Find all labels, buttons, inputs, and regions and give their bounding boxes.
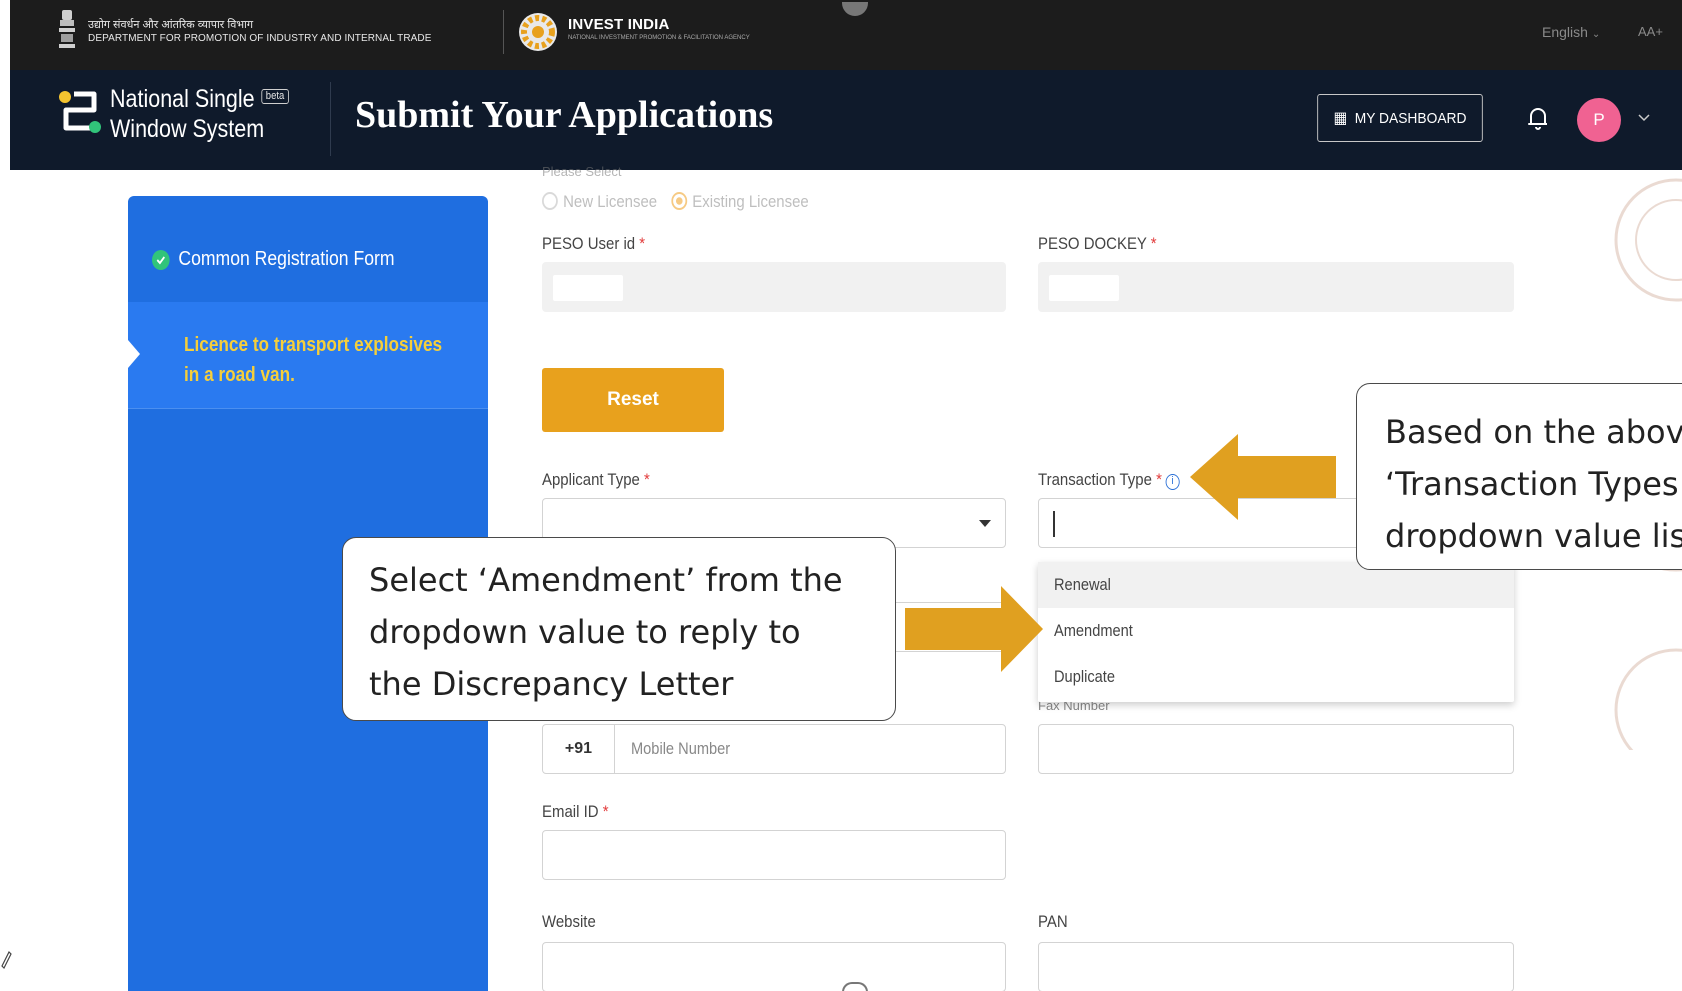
mobile-number-field[interactable]: +91 Mobile Number — [542, 724, 1006, 774]
sidebar-item-label: Common Registration Form — [178, 248, 395, 270]
redacted-value — [553, 275, 623, 301]
invest-india-tagline: NATIONAL INVESTMENT PROMOTION & FACILITA… — [568, 35, 750, 41]
required-marker: * — [602, 802, 609, 821]
sidebar-item-label: Licence to transport explosives in a roa… — [184, 334, 443, 386]
pan-label: PAN — [1038, 912, 1068, 931]
please-select-label: Please Select — [542, 164, 622, 179]
beta-badge: beta — [261, 89, 289, 104]
applicant-type-label: Applicant Type * — [542, 470, 650, 490]
loading-indicator — [842, 982, 868, 991]
required-marker: * — [1150, 234, 1157, 253]
header-divider — [330, 82, 331, 156]
language-selector[interactable]: English ⌄ — [1542, 24, 1600, 40]
page-title: Submit Your Applications — [355, 94, 774, 136]
pen-icon — [1, 950, 12, 970]
field-label-text: Transaction Type — [1038, 470, 1152, 489]
info-icon[interactable]: i — [1165, 474, 1180, 490]
peso-dockey-label: PESO DOCKEY * — [1038, 234, 1157, 254]
option-label: Renewal — [1054, 575, 1111, 594]
callout-line: ‘Transaction Types — [1385, 465, 1679, 503]
font-size-button[interactable]: AA+ — [1638, 24, 1663, 39]
callout-line: dropdown value to reply to — [369, 613, 801, 651]
sidebar-item-licence-transport-explosives[interactable]: Licence to transport explosives in a roa… — [128, 302, 488, 408]
peso-user-id-label: PESO User id * — [542, 234, 645, 254]
dropdown-option-duplicate[interactable]: Duplicate — [1038, 654, 1514, 700]
department-name: उद्योग संवर्धन और आंतरिक व्यापार विभाग D… — [88, 18, 432, 46]
dropdown-option-amendment[interactable]: Amendment — [1038, 608, 1514, 654]
sidebar-divider — [128, 408, 488, 409]
invest-india-name: INVEST INDIA — [568, 16, 670, 33]
required-marker: * — [1156, 470, 1162, 489]
my-dashboard-label: MY DASHBOARD — [1354, 109, 1467, 127]
website-field[interactable] — [542, 942, 1006, 991]
app-name-line1: National Single — [110, 85, 255, 113]
field-label-text: PESO DOCKEY — [1038, 234, 1147, 253]
callout-line: Select ‘Amendment’ from the — [369, 561, 843, 599]
callout-transaction-types: Based on the abov ‘Transaction Types dro… — [1356, 383, 1682, 570]
callout-line: Based on the abov — [1385, 413, 1682, 451]
invest-india-brand: INVEST INDIA NATIONAL INVESTMENT PROMOTI… — [568, 16, 750, 41]
licensee-radio-group: New Licensee Existing Licensee — [542, 192, 809, 212]
topbar-divider — [503, 10, 504, 54]
app-name-line2: Window System — [110, 115, 265, 143]
callout-line: dropdown value lis — [1385, 517, 1682, 555]
caret-down-icon — [979, 520, 991, 527]
required-marker: * — [639, 234, 646, 253]
email-id-field[interactable] — [542, 830, 1006, 880]
field-label-text: Email ID — [542, 802, 599, 821]
redacted-value — [1049, 275, 1119, 301]
chevron-down-icon[interactable] — [1636, 108, 1652, 128]
transaction-type-label: Transaction Type * i — [1038, 470, 1180, 490]
transaction-type-dropdown: Renewal Amendment Duplicate — [1038, 562, 1514, 702]
invest-india-logo-icon — [519, 13, 557, 51]
fax-number-field[interactable] — [1038, 724, 1514, 774]
required-marker: * — [644, 470, 650, 489]
website-label: Website — [542, 912, 596, 931]
field-label-text: PESO User id — [542, 234, 636, 253]
language-label: English — [1542, 24, 1588, 40]
radio-button[interactable] — [542, 192, 558, 210]
radio-button-selected[interactable] — [671, 192, 688, 210]
department-name-hindi: उद्योग संवर्धन और आंतरिक व्यापार विभाग — [88, 19, 254, 31]
text-cursor — [1053, 511, 1055, 537]
email-id-label: Email ID * — [542, 802, 609, 822]
dashboard-grid-icon: ▦ — [1333, 110, 1348, 127]
sidebar-item-common-registration-form[interactable]: Common Registration Form — [152, 248, 395, 271]
field-label-text: Applicant Type — [542, 470, 640, 489]
peso-user-id-field — [542, 262, 1006, 312]
department-name-english: DEPARTMENT FOR PROMOTION OF INDUSTRY AND… — [88, 33, 432, 44]
pan-field[interactable] — [1038, 942, 1514, 991]
radio-new-licensee[interactable]: New Licensee — [542, 192, 657, 212]
mobile-number-placeholder: Mobile Number — [631, 739, 731, 758]
chevron-down-icon: ⌄ — [1591, 29, 1601, 40]
app-name[interactable]: National Single beta Window System — [110, 84, 289, 144]
national-emblem-icon — [59, 10, 75, 48]
callout-line: the Discrepancy Letter — [369, 665, 734, 703]
peso-dockey-field — [1038, 262, 1514, 312]
option-label: Amendment — [1054, 621, 1133, 640]
arrow-left-icon — [1190, 434, 1336, 520]
option-label: Duplicate — [1054, 667, 1115, 686]
active-step-pointer — [128, 340, 140, 368]
check-circle-icon — [152, 249, 170, 270]
notification-bell-icon[interactable] — [1526, 102, 1550, 134]
my-dashboard-button[interactable]: ▦ MY DASHBOARD — [1317, 94, 1483, 142]
app-header: National Single beta Window System Submit… — [10, 70, 1682, 170]
radio-label: Existing Licensee — [692, 192, 809, 211]
reset-button[interactable]: Reset — [542, 368, 724, 432]
country-code: +91 — [543, 725, 615, 773]
radio-label: New Licensee — [563, 192, 658, 211]
callout-select-amendment: Select ‘Amendment’ from the dropdown val… — [342, 537, 896, 721]
nsws-logo-icon — [59, 91, 101, 133]
radio-existing-licensee[interactable]: Existing Licensee — [671, 192, 809, 212]
arrow-right-icon — [905, 586, 1043, 672]
avatar[interactable]: P — [1577, 98, 1621, 142]
